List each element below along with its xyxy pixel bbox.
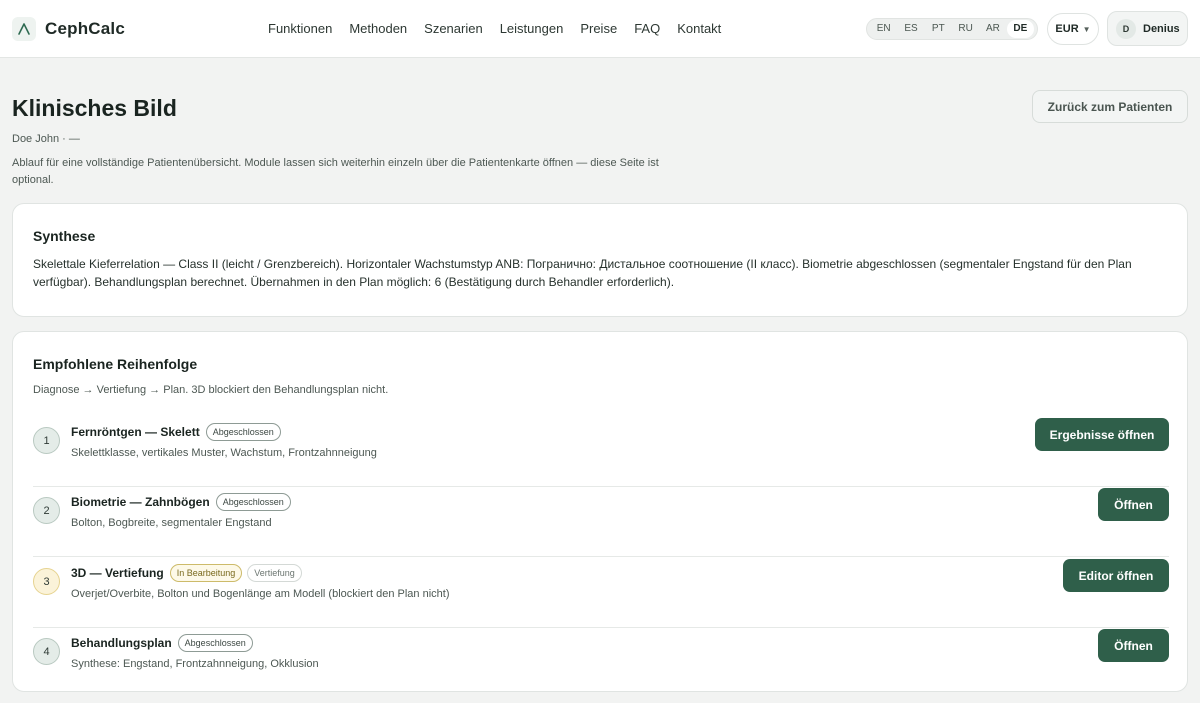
lang-option-ar[interactable]: AR (979, 20, 1006, 38)
language-switcher: EN ES PT RU AR DE (866, 18, 1038, 40)
nav-item-funktionen[interactable]: Funktionen (268, 20, 332, 38)
main-nav: Funktionen Methoden Szenarien Leistungen… (268, 20, 738, 38)
lang-option-pt[interactable]: PT (925, 20, 952, 38)
currency-select[interactable]: EUR ▼ (1047, 13, 1099, 45)
nav-item-leistungen[interactable]: Leistungen (500, 20, 564, 38)
brand-name: CephCalc (45, 19, 126, 38)
patient-name: Doe John · — (12, 133, 80, 145)
synthesis-card: Synthese Skelettale Kieferrelation — Cla… (12, 203, 1188, 317)
nav-item-kontakt[interactable]: Kontakt (677, 20, 721, 38)
avatar: D (1116, 18, 1136, 39)
nav-item-faq[interactable]: FAQ (634, 20, 660, 38)
step-title: Fernröntgen — Skelett (71, 425, 200, 439)
open-results-button[interactable]: Ergebnisse öffnen (1035, 418, 1169, 451)
step-title: Behandlungsplan (71, 636, 172, 650)
back-to-patient-button[interactable]: Zurück zum Patienten (1032, 90, 1188, 123)
top-navbar: CephCalc Funktionen Methoden Szenarien L… (0, 0, 1200, 58)
order-title: Empfohlene Reihenfolge (33, 356, 198, 372)
status-badge: Abgeschlossen (205, 423, 281, 441)
nav-item-szenarien[interactable]: Szenarien (424, 20, 483, 38)
user-menu[interactable]: D Denius (1107, 11, 1188, 46)
status-badge: In Bearbeitung (169, 564, 243, 582)
step-row-2: 2 Biometrie — Zahnbögen Abgeschlossen Bo… (33, 487, 1169, 557)
chevron-down-icon: ▼ (1082, 24, 1091, 34)
lang-option-ru[interactable]: RU (952, 20, 979, 38)
lang-option-de[interactable]: DE (1006, 20, 1034, 38)
step-row-1: 1 Fernröntgen — Skelett Abgeschlossen Sk… (33, 417, 1169, 487)
brand-logo[interactable]: CephCalc (12, 14, 125, 44)
step-number: 2 (33, 497, 60, 524)
recommended-order-card: Empfohlene Reihenfolge Diagnose → Vertie… (12, 331, 1188, 692)
category-badge: Vertiefung (247, 564, 302, 582)
lang-option-en[interactable]: EN (870, 20, 897, 38)
step-title: Biometrie — Zahnbögen (71, 495, 210, 509)
currency-value: EUR (1055, 23, 1079, 35)
step-row-4: 4 Behandlungsplan Abgeschlossen Synthese… (33, 628, 1169, 698)
status-badge: Abgeschlossen (177, 634, 253, 652)
synthesis-title: Synthese (33, 228, 96, 244)
open-treatment-plan-button[interactable]: Öffnen (1098, 629, 1169, 662)
step-title: 3D — Vertiefung (71, 566, 164, 580)
step-number: 4 (33, 638, 60, 665)
page-intro: Ablauf für eine vollständige Patientenüb… (12, 157, 659, 186)
nav-item-preise[interactable]: Preise (580, 20, 617, 38)
step-number: 1 (33, 427, 60, 454)
step-description: Bolton, Bogbreite, segmentaler Engstand (71, 517, 272, 529)
step-description: Synthese: Engstand, Frontzahnneigung, Ok… (71, 658, 319, 670)
step-description: Overjet/Overbite, Bolton und Bogenlänge … (71, 588, 450, 600)
user-name: Denius (1143, 22, 1180, 35)
page-title: Klinisches Bild (12, 95, 177, 121)
step-number: 3 (33, 568, 60, 595)
nav-item-methoden[interactable]: Methoden (349, 20, 407, 38)
open-editor-button[interactable]: Editor öffnen (1063, 559, 1169, 592)
open-biometry-button[interactable]: Öffnen (1098, 488, 1169, 521)
order-subtitle: Diagnose → Vertiefung → Plan. 3D blockie… (33, 384, 389, 396)
step-row-3: 3 3D — Vertiefung In Bearbeitung Vertief… (33, 558, 1169, 628)
step-description: Skelettklasse, vertikales Muster, Wachst… (71, 447, 377, 459)
logo-icon (12, 17, 36, 41)
lang-option-es[interactable]: ES (897, 20, 924, 38)
status-badge: Abgeschlossen (215, 493, 291, 511)
synthesis-text: Skelettale Kieferrelation — Class II (le… (33, 257, 1132, 289)
